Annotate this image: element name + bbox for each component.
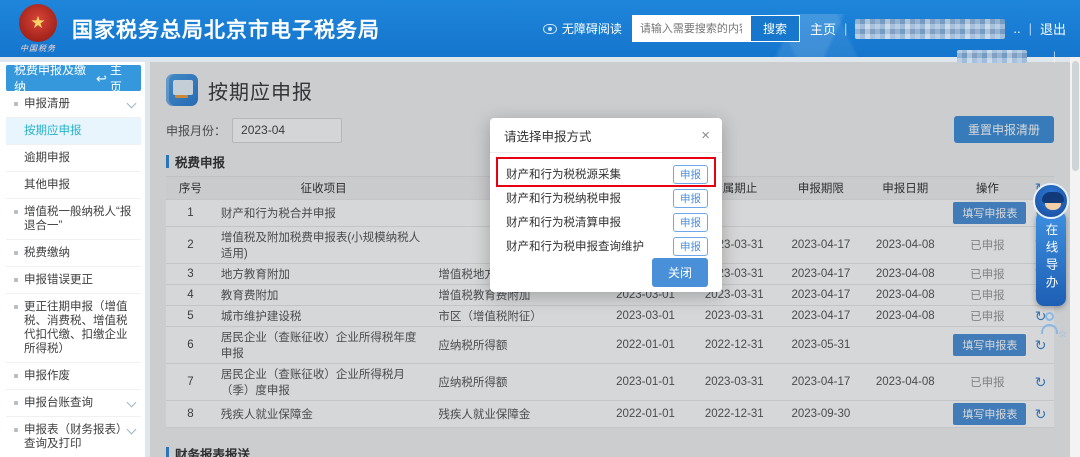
online-guide-label: 在线导办 xyxy=(1042,223,1061,293)
sidebar-item-label: 申报作废 xyxy=(24,369,137,383)
bullet-dot-icon xyxy=(14,278,18,282)
sidebar-item-label: 其他申报 xyxy=(24,178,137,192)
eye-icon xyxy=(543,24,557,34)
close-icon[interactable]: × xyxy=(701,128,710,143)
sidebar-item[interactable]: 申报错误更正 xyxy=(6,267,141,294)
home-link[interactable]: 主页 xyxy=(810,19,836,38)
online-guide-ribbon[interactable]: 在线导办 xyxy=(1036,211,1066,306)
modal-option-row: 财产和行为税税源采集 申报 xyxy=(490,162,722,186)
top-header: ★ 中国税务 国家税务总局北京市电子税务局 无障碍阅读 搜索 主页 | .. |… xyxy=(0,0,1080,57)
page-scrollbar[interactable] xyxy=(1070,57,1080,457)
search-input[interactable] xyxy=(632,15,750,42)
declare-button[interactable]: 申报 xyxy=(673,165,708,184)
sidebar-item-label: 申报清册 xyxy=(24,97,128,111)
sidebar-item[interactable]: 按期应申报 xyxy=(6,118,141,145)
modal-option-label: 财产和行为税税源采集 xyxy=(506,166,621,182)
sidebar-menu: 申报清册按期应申报逾期申报其他申报增值税一般纳税人“报退合一” 税费缴纳申报错误更… xyxy=(6,91,141,457)
modal-option-label: 财产和行为税纳税申报 xyxy=(506,190,621,206)
search-button[interactable]: 搜索 xyxy=(750,15,800,42)
chevron-down-icon xyxy=(127,99,137,109)
declare-button[interactable]: 申报 xyxy=(673,237,708,256)
sidebar: 税费申报及缴纳 ↩ 主页 申报清册按期应申报逾期申报其他申报增值税一般纳税人“报… xyxy=(0,62,145,457)
floating-helper: 在线导办 ☆ xyxy=(1033,183,1069,338)
modal-option-row: 财产和行为税纳税申报 申报 xyxy=(490,186,722,210)
masked-secondary xyxy=(957,50,1027,63)
sidebar-item-label: 申报表（财务报表）查询及打印 xyxy=(24,423,128,451)
modal-option-row: 财产和行为税清算申报 申报 xyxy=(490,210,722,234)
dialog-title: 请选择申报方式 xyxy=(504,126,592,145)
sidebar-item[interactable]: 增值税一般纳税人“报退合一” xyxy=(6,199,141,240)
sidebar-header: 税费申报及缴纳 ↩ 主页 xyxy=(6,65,141,91)
chevron-down-icon xyxy=(127,425,137,435)
sidebar-item[interactable]: 申报台账查询 xyxy=(6,390,141,417)
sidebar-item[interactable]: 申报表（财务报表）查询及打印 xyxy=(6,417,141,457)
bullet-dot-icon xyxy=(14,401,18,405)
scrollbar-thumb[interactable] xyxy=(1072,61,1079,171)
bullet-dot-icon xyxy=(14,305,18,309)
declare-method-dialog: 请选择申报方式 × 财产和行为税税源采集申报财产和行为税纳税申报申报财产和行为税… xyxy=(490,118,722,292)
accessibility-link[interactable]: 无障碍阅读 xyxy=(543,20,622,37)
sidebar-item-label: 逾期申报 xyxy=(24,151,137,165)
separator: | xyxy=(1053,49,1056,63)
accessibility-label: 无障碍阅读 xyxy=(562,20,622,37)
masked-username xyxy=(855,19,1005,39)
declare-button[interactable]: 申报 xyxy=(673,189,708,208)
bullet-dot-icon xyxy=(14,251,18,255)
bullet-dot-icon xyxy=(14,428,18,432)
modal-option-row: 财产和行为税申报查询维护 申报 xyxy=(490,234,722,258)
main-content: 按期应申报 申报月份： 重置申报清册 税费申报 序号征收项目征收品目所属期起所属… xyxy=(150,62,1070,457)
sidebar-item[interactable]: 税费缴纳 xyxy=(6,240,141,267)
sidebar-item-label: 更正往期申报（增值税、消费税、增值税代扣代缴、扣缴企业所得税） xyxy=(24,300,137,356)
modal-item-list: 财产和行为税税源采集申报财产和行为税纳税申报申报财产和行为税清算申报申报财产和行… xyxy=(490,153,722,258)
sidebar-item[interactable]: 申报作废 xyxy=(6,363,141,390)
back-arrow-icon: ↩ xyxy=(96,72,107,85)
site-logo: ★ 中国税务 xyxy=(14,4,62,54)
sidebar-item[interactable]: 更正往期申报（增值税、消费税、增值税代扣代缴、扣缴企业所得税） xyxy=(6,294,141,363)
close-dialog-button[interactable]: 关闭 xyxy=(652,258,708,287)
separator: | xyxy=(844,21,847,36)
chevron-down-icon xyxy=(127,398,137,408)
sidebar-item[interactable]: 申报清册 xyxy=(6,91,141,118)
header-search: 搜索 xyxy=(632,15,800,42)
sidebar-item[interactable]: 逾期申报 xyxy=(6,145,141,172)
sidebar-item[interactable]: 其他申报 xyxy=(6,172,141,199)
user-favorite-icon[interactable]: ☆ xyxy=(1038,312,1064,338)
logo-caption: 中国税务 xyxy=(14,43,62,54)
separator: | xyxy=(1029,21,1032,36)
logout-link[interactable]: 退出 xyxy=(1040,19,1066,38)
site-title: 国家税务总局北京市电子税务局 xyxy=(72,14,380,44)
sidebar-item-label: 按期应申报 xyxy=(24,124,137,138)
sidebar-item-label: 税费缴纳 xyxy=(24,246,137,260)
declare-button[interactable]: 申报 xyxy=(673,213,708,232)
national-emblem-icon: ★ xyxy=(19,4,57,42)
bullet-dot-icon xyxy=(14,102,18,106)
sidebar-item-label: 增值税一般纳税人“报退合一” xyxy=(24,205,137,233)
bullet-dot-icon xyxy=(14,210,18,214)
modal-option-label: 财产和行为税清算申报 xyxy=(506,214,621,230)
bullet-dot-icon xyxy=(14,374,18,378)
sidebar-item-label: 申报错误更正 xyxy=(24,273,137,287)
modal-option-label: 财产和行为税申报查询维护 xyxy=(506,238,644,254)
masked-suffix: .. xyxy=(1013,21,1020,36)
customer-service-avatar[interactable] xyxy=(1033,183,1069,219)
sidebar-item-label: 申报台账查询 xyxy=(24,396,128,410)
